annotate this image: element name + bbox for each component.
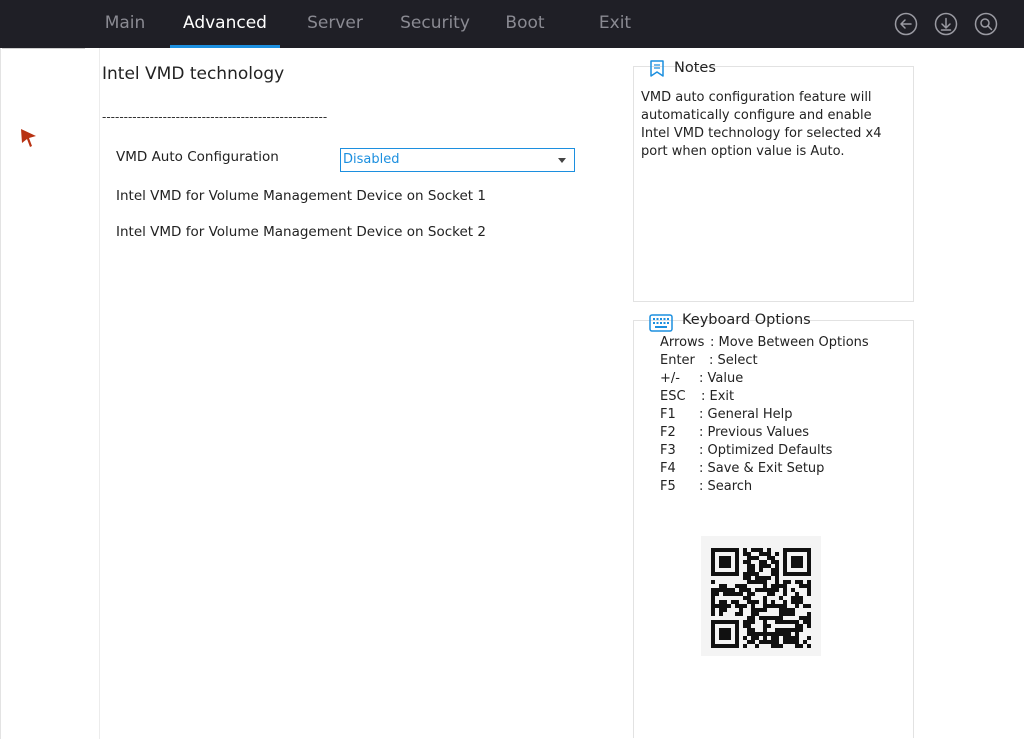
- tab-exit-label: Exit: [598, 13, 632, 33]
- tab-boot-label: Boot: [505, 13, 545, 33]
- notes-text: VMD auto configuration feature will auto…: [641, 90, 882, 159]
- qr-code-image: [711, 548, 811, 648]
- left-sidebar: [0, 48, 100, 739]
- mouse-cursor-icon: [21, 129, 36, 147]
- key-name: ESC: [660, 389, 686, 404]
- key-desc: : Exit: [701, 389, 735, 404]
- key-row-f5: F5 : Search: [660, 479, 752, 494]
- sidebar-separator: [2, 48, 85, 49]
- key-row-esc: ESC : Exit: [660, 389, 734, 404]
- key-desc: : Value: [699, 371, 744, 386]
- key-desc: : Optimized Defaults: [699, 443, 833, 458]
- notes-panel: Notes VMD auto configuration feature wil…: [633, 60, 914, 302]
- vmd-socket-1-item[interactable]: Intel VMD for Volume Management Device o…: [116, 188, 486, 204]
- section-divider: ----------------------------------------…: [102, 110, 328, 124]
- tab-server[interactable]: Server: [300, 0, 370, 48]
- key-name: F1: [660, 407, 676, 422]
- keyboard-icon: [649, 314, 673, 332]
- download-icon[interactable]: [934, 12, 958, 36]
- key-row-plus-minus: +/- : Value: [660, 371, 743, 386]
- key-desc: : Previous Values: [699, 425, 810, 440]
- search-icon[interactable]: [974, 12, 998, 36]
- tab-main-label: Main: [104, 13, 146, 33]
- keyboard-options-panel: Keyboard Options Arrows : Move Between Op…: [633, 312, 914, 738]
- key-desc: : General Help: [699, 407, 793, 422]
- vmd-auto-config-label: VMD Auto Configuration: [116, 149, 279, 165]
- key-row-f1: F1 : General Help: [660, 407, 793, 422]
- qr-code: [701, 536, 821, 656]
- key-row-arrows: Arrows : Move Between Options: [660, 335, 869, 350]
- key-desc: : Select: [709, 353, 758, 368]
- key-row-enter: Enter : Select: [660, 353, 758, 368]
- tab-security-label: Security: [400, 13, 470, 33]
- keyboard-options-title: Keyboard Options: [682, 312, 811, 328]
- tab-advanced[interactable]: Advanced: [170, 0, 280, 48]
- key-name: F2: [660, 425, 676, 440]
- back-icon[interactable]: [894, 12, 918, 36]
- key-row-f2: F2 : Previous Values: [660, 425, 809, 440]
- key-name: F3: [660, 443, 676, 458]
- notes-title: Notes: [674, 60, 716, 76]
- top-menu-bar: Main Advanced Server Security Boot Exit: [0, 0, 1024, 48]
- page-title: Intel VMD technology: [102, 64, 285, 84]
- tab-security[interactable]: Security: [395, 0, 475, 48]
- vmd-auto-config-value: Disabled: [343, 152, 400, 167]
- tab-exit[interactable]: Exit: [590, 0, 640, 48]
- chevron-down-icon: [558, 158, 566, 163]
- key-name: F4: [660, 461, 676, 476]
- notes-icon: [650, 60, 664, 77]
- key-name: +/-: [660, 371, 680, 386]
- tab-advanced-label: Advanced: [183, 13, 267, 33]
- tab-main[interactable]: Main: [100, 0, 150, 48]
- tab-server-label: Server: [307, 13, 363, 33]
- vmd-auto-config-select[interactable]: Disabled: [340, 148, 575, 172]
- key-name: Arrows: [660, 335, 705, 350]
- key-desc: : Save & Exit Setup: [699, 461, 825, 476]
- key-desc: : Search: [699, 479, 753, 494]
- key-desc: : Move Between Options: [710, 335, 869, 350]
- key-name: Enter: [660, 353, 695, 368]
- key-row-f4: F4 : Save & Exit Setup: [660, 461, 824, 476]
- tab-boot[interactable]: Boot: [500, 0, 550, 48]
- key-row-f3: F3 : Optimized Defaults: [660, 443, 832, 458]
- key-name: F5: [660, 479, 676, 494]
- vmd-socket-2-item[interactable]: Intel VMD for Volume Management Device o…: [116, 224, 486, 240]
